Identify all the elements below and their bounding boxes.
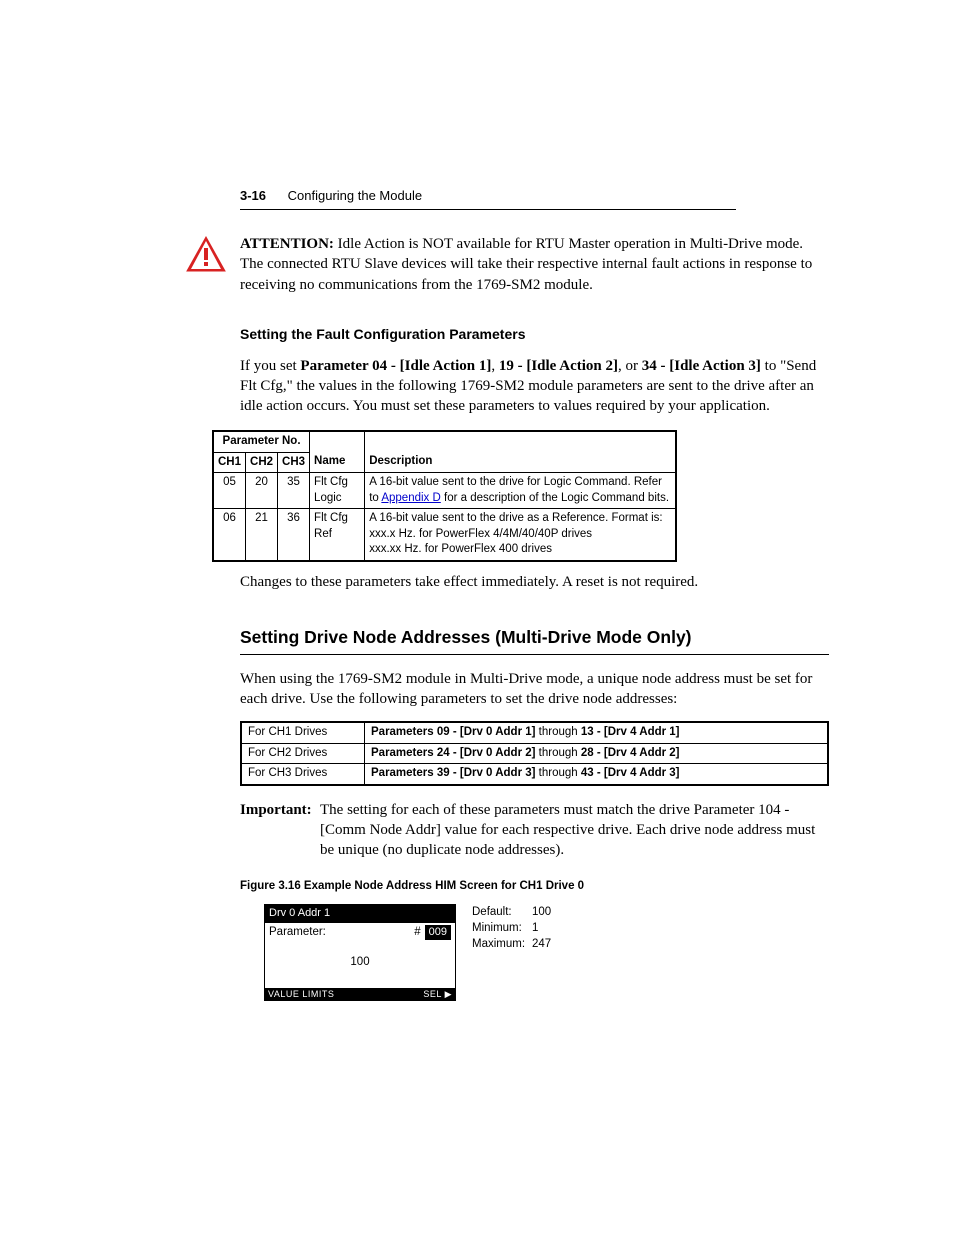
th-parameter-no: Parameter No. [213, 431, 310, 452]
th-name: Name [310, 452, 365, 473]
him-value: 100 [265, 949, 455, 989]
him-footer-right: SEL ▶ [423, 988, 452, 1000]
him-figure: Drv 0 Addr 1 Parameter: # 009 100 VALUE … [264, 904, 829, 1001]
param-footnote: Changes to these parameters take effect … [240, 572, 829, 592]
him-footer-left: VALUE LIMITS [268, 988, 334, 1000]
him-screen: Drv 0 Addr 1 Parameter: # 009 100 VALUE … [264, 904, 456, 1001]
him-titlebar: Drv 0 Addr 1 [265, 905, 455, 923]
him-side-info: Default:100 Minimum:1 Maximum:247 [472, 904, 551, 1001]
table-row: For CH1 Drives Parameters 09 - [Drv 0 Ad… [241, 722, 828, 743]
attention-label: ATTENTION: [240, 236, 334, 252]
page-header: 3-16 Configuring the Module [240, 188, 736, 210]
chapter-title: Configuring the Module [288, 188, 422, 203]
table-row: For CH2 Drives Parameters 24 - [Drv 0 Ad… [241, 743, 828, 764]
figure-caption: Figure 3.16 Example Node Address HIM Scr… [240, 879, 829, 895]
fault-cfg-paragraph: If you set Parameter 04 - [Idle Action 1… [240, 356, 829, 417]
node-intro: When using the 1769-SM2 module in Multi-… [240, 669, 829, 710]
th-ch3: CH3 [278, 452, 310, 473]
table-row: 05 20 35 Flt Cfg Logic A 16-bit value se… [213, 473, 676, 509]
table-row: 06 21 36 Flt Cfg Ref A 16-bit value sent… [213, 509, 676, 561]
th-description: Description [365, 452, 676, 473]
drive-parameters-table: For CH1 Drives Parameters 09 - [Drv 0 Ad… [240, 721, 829, 786]
attention-block: ATTENTION: Idle Action is NOT available … [240, 234, 829, 295]
important-text: The setting for each of these parameters… [320, 800, 829, 861]
section-heading-node-addresses: Setting Drive Node Addresses (Multi-Driv… [240, 626, 829, 655]
th-ch1: CH1 [213, 452, 246, 473]
attention-text: ATTENTION: Idle Action is NOT available … [240, 234, 829, 295]
him-hash: # [414, 925, 420, 941]
important-label: Important: [240, 800, 320, 861]
parameter-table: Parameter No. CH1 CH2 CH3 Name Descripti… [212, 430, 677, 562]
him-param-number: 009 [425, 925, 451, 940]
th-ch2: CH2 [246, 452, 278, 473]
page-number: 3-16 [240, 188, 266, 203]
him-param-label: Parameter: [269, 925, 410, 941]
table-row: For CH3 Drives Parameters 39 - [Drv 0 Ad… [241, 764, 828, 785]
subheading-fault-cfg: Setting the Fault Configuration Paramete… [240, 325, 829, 344]
appendix-link[interactable]: Appendix D [381, 492, 440, 504]
important-block: Important: The setting for each of these… [240, 800, 829, 861]
attention-icon [186, 236, 226, 272]
